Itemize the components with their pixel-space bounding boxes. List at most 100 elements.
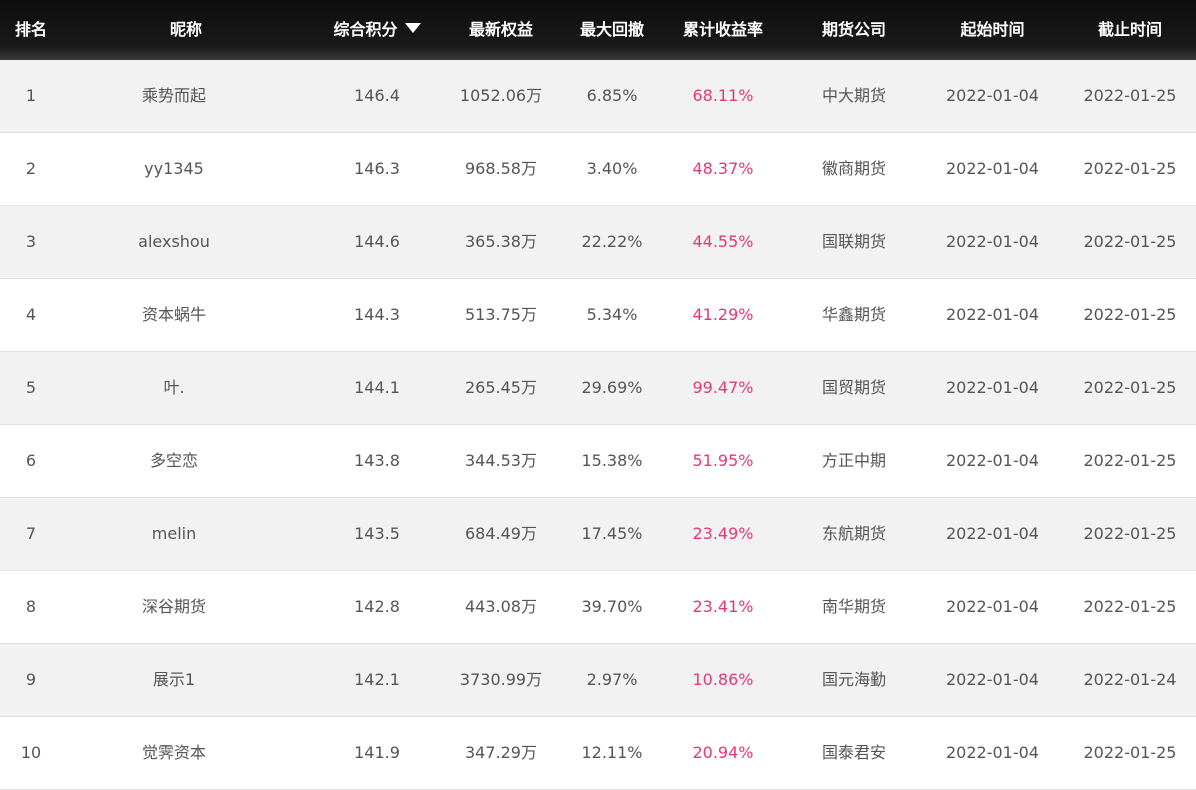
equity-cell: 344.53万: [465, 451, 537, 470]
start-date-cell: 2022-01-04: [946, 451, 1039, 470]
header-end-date[interactable]: 截止时间: [1064, 0, 1196, 60]
end-date-cell: 2022-01-25: [1083, 451, 1177, 470]
drawdown-cell: 6.85%: [586, 86, 638, 105]
end-date-cell: 2022-01-25: [1083, 232, 1177, 251]
rank-cell: 5: [25, 378, 37, 397]
nickname-cell: alexshou: [138, 232, 210, 251]
rank-cell: 3: [25, 232, 37, 251]
drawdown-cell: 29.69%: [581, 378, 643, 397]
header-rank[interactable]: 排名: [0, 0, 62, 60]
header-equity[interactable]: 最新权益: [437, 0, 565, 60]
equity-cell: 365.38万: [465, 232, 537, 251]
table-row[interactable]: 2 yy1345 146.3 968.58万 3.40% 48.37% 徽商期货 2022-0…: [0, 133, 1196, 206]
end-date-cell: 2022-01-25: [1083, 743, 1177, 762]
score-cell: 141.9: [354, 743, 400, 762]
return-cell: 23.41%: [692, 597, 754, 616]
start-date-cell: 2022-01-04: [946, 159, 1039, 178]
broker-cell: 南华期货: [821, 597, 886, 616]
rank-cell: 8: [25, 597, 37, 616]
equity-cell: 513.75万: [465, 305, 537, 324]
end-date-cell: 2022-01-25: [1083, 159, 1177, 178]
table-row[interactable]: 10 觉霁资本 141.9 347.29万 12.11% 20.94% 国泰君安 2022-0…: [0, 717, 1196, 790]
drawdown-cell: 15.38%: [581, 451, 643, 470]
nickname-cell: 叶.: [163, 378, 185, 397]
end-date-cell: 2022-01-24: [1083, 670, 1177, 689]
table-row[interactable]: 7 melin 143.5 684.49万 17.45% 23.49% 东航期货 2022-0…: [0, 498, 1196, 571]
nickname-cell: 多空恋: [149, 451, 198, 470]
end-date-cell: 2022-01-25: [1083, 86, 1177, 105]
start-date-cell: 2022-01-04: [946, 86, 1039, 105]
broker-cell: 国联期货: [821, 232, 886, 251]
header-score[interactable]: 综合积分: [317, 0, 437, 60]
rank-cell: 9: [25, 670, 37, 689]
drawdown-cell: 3.40%: [586, 159, 638, 178]
rank-cell: 4: [25, 305, 37, 324]
score-cell: 144.3: [354, 305, 400, 324]
equity-cell: 968.58万: [465, 159, 537, 178]
rank-cell: 6: [25, 451, 37, 470]
nickname-cell: 展示1: [152, 670, 196, 689]
broker-cell: 国贸期货: [821, 378, 886, 397]
table-row[interactable]: 3 alexshou 144.6 365.38万 22.22% 44.55% 国联期货 202…: [0, 206, 1196, 279]
sort-desc-icon[interactable]: [404, 23, 421, 33]
return-cell: 48.37%: [692, 159, 754, 178]
broker-cell: 国泰君安: [821, 743, 886, 762]
table-row[interactable]: 5 叶. 144.1 265.45万 29.69% 99.47% 国贸期货 2022-01-0…: [0, 352, 1196, 425]
table-row[interactable]: 4 资本蜗牛 144.3 513.75万 5.34% 41.29% 华鑫期货 2022-01-…: [0, 279, 1196, 352]
ranking-table: 排名 昵称 综合积分 最新权益 最大回撤 累计收益率 期货公司 起始时间 截止时…: [0, 0, 1196, 790]
start-date-cell: 2022-01-04: [946, 524, 1039, 543]
nickname-cell: 深谷期货: [141, 597, 206, 616]
nickname-cell: yy1345: [144, 159, 204, 178]
return-cell: 23.49%: [692, 524, 754, 543]
start-date-cell: 2022-01-04: [946, 670, 1039, 689]
rank-cell: 10: [20, 743, 42, 762]
drawdown-cell: 12.11%: [581, 743, 643, 762]
equity-cell: 1052.06万: [459, 86, 543, 105]
rank-cell: 2: [25, 159, 37, 178]
equity-cell: 684.49万: [465, 524, 537, 543]
end-date-cell: 2022-01-25: [1083, 524, 1177, 543]
drawdown-cell: 22.22%: [581, 232, 643, 251]
header-broker[interactable]: 期货公司: [787, 0, 921, 60]
header-score-label[interactable]: 综合积分: [333, 20, 397, 39]
return-cell: 10.86%: [692, 670, 754, 689]
start-date-cell: 2022-01-04: [946, 378, 1039, 397]
header-nickname[interactable]: 昵称: [124, 0, 248, 60]
drawdown-cell: 2.97%: [586, 670, 638, 689]
score-cell: 144.1: [354, 378, 400, 397]
header-return[interactable]: 累计收益率: [659, 0, 787, 60]
equity-cell: 347.29万: [465, 743, 537, 762]
score-cell: 143.5: [354, 524, 400, 543]
nickname-cell: 乘势而起: [141, 86, 206, 105]
header-start-date[interactable]: 起始时间: [921, 0, 1064, 60]
broker-cell: 东航期货: [821, 524, 886, 543]
broker-cell: 华鑫期货: [821, 305, 886, 324]
rank-cell: 1: [25, 86, 37, 105]
return-cell: 41.29%: [692, 305, 754, 324]
start-date-cell: 2022-01-04: [946, 597, 1039, 616]
score-cell: 142.8: [354, 597, 400, 616]
header-drawdown[interactable]: 最大回撤: [565, 0, 659, 60]
drawdown-cell: 5.34%: [586, 305, 638, 324]
start-date-cell: 2022-01-04: [946, 743, 1039, 762]
score-cell: 142.1: [354, 670, 400, 689]
broker-cell: 方正中期: [821, 451, 886, 470]
table-row[interactable]: 8 深谷期货 142.8 443.08万 39.70% 23.41% 南华期货 2022-01…: [0, 571, 1196, 644]
nickname-cell: 觉霁资本: [141, 743, 206, 762]
end-date-cell: 2022-01-25: [1083, 378, 1177, 397]
nickname-cell: 资本蜗牛: [141, 305, 206, 324]
nickname-cell: melin: [151, 524, 197, 543]
table-row[interactable]: 9 展示1 142.1 3730.99万 2.97% 10.86% 国元海勤 2022-01-…: [0, 644, 1196, 717]
broker-cell: 中大期货: [821, 86, 886, 105]
table-row[interactable]: 6 多空恋 143.8 344.53万 15.38% 51.95% 方正中期 2022-01-…: [0, 425, 1196, 498]
start-date-cell: 2022-01-04: [946, 232, 1039, 251]
table-row[interactable]: 1 乘势而起 146.4 1052.06万 6.85% 68.11% 中大期货 2022-01…: [0, 60, 1196, 133]
return-cell: 51.95%: [692, 451, 754, 470]
score-cell: 144.6: [354, 232, 400, 251]
end-date-cell: 2022-01-25: [1083, 597, 1177, 616]
return-cell: 99.47%: [692, 378, 754, 397]
return-cell: 20.94%: [692, 743, 754, 762]
score-cell: 143.8: [354, 451, 400, 470]
equity-cell: 3730.99万: [459, 670, 543, 689]
start-date-cell: 2022-01-04: [946, 305, 1039, 324]
